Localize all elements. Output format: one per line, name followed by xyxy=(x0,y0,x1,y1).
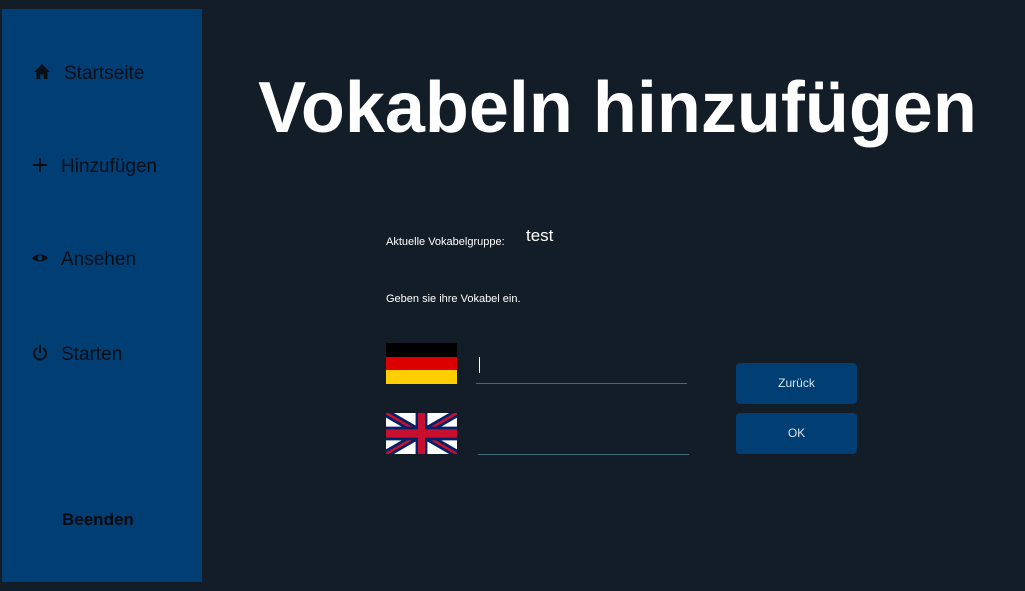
page-title: Vokabeln hinzufügen xyxy=(258,68,977,148)
plus-icon xyxy=(30,155,50,175)
uk-flag-icon xyxy=(386,413,457,454)
sidebar-item-label: Starten xyxy=(61,344,123,365)
sidebar-item-label: Startseite xyxy=(64,63,145,84)
app-window: Startseite Hinzufügen Ansehen Starten Be… xyxy=(0,0,1025,591)
text-cursor xyxy=(479,357,480,373)
german-flag-icon xyxy=(386,343,457,384)
instruction-text: Geben sie ihre Vokabel ein. xyxy=(386,293,521,305)
german-word-input[interactable] xyxy=(476,351,687,384)
group-value: test xyxy=(526,226,554,245)
ok-button[interactable]: OK xyxy=(736,413,857,454)
home-icon xyxy=(32,62,52,82)
sidebar-item-label: Ansehen xyxy=(61,249,137,270)
sidebar-item-startseite[interactable]: Startseite xyxy=(2,61,202,101)
group-label: Aktuelle Vokabelgruppe: xyxy=(386,236,505,248)
english-word-input[interactable] xyxy=(478,422,689,455)
back-button[interactable]: Zurück xyxy=(736,363,857,404)
sidebar-item-label: Hinzufügen xyxy=(61,156,158,177)
sidebar: Startseite Hinzufügen Ansehen Starten Be… xyxy=(2,9,202,582)
sidebar-item-ansehen[interactable]: Ansehen xyxy=(2,247,202,287)
eye-icon xyxy=(30,248,50,268)
power-icon xyxy=(30,343,50,363)
sidebar-item-starten[interactable]: Starten xyxy=(2,342,202,382)
sidebar-item-hinzufuegen[interactable]: Hinzufügen xyxy=(2,154,202,194)
quit-button[interactable]: Beenden xyxy=(62,510,134,530)
